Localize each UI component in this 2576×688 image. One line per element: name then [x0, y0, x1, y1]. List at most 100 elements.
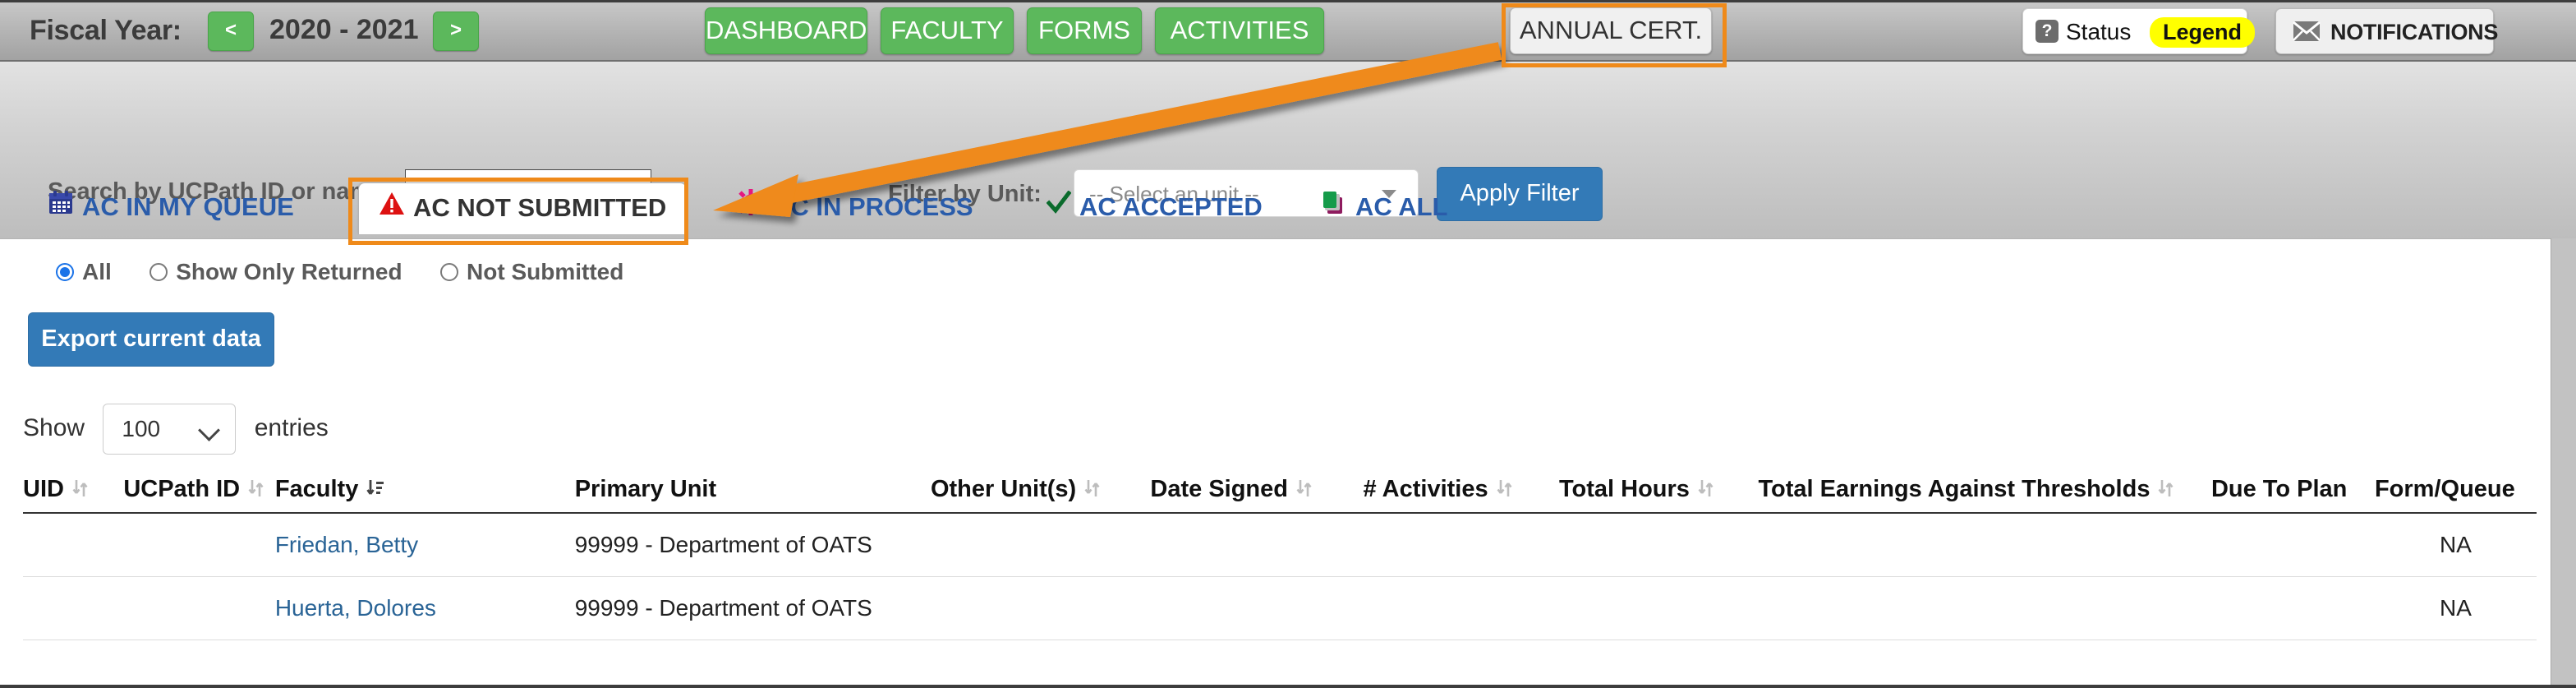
column-label: UCPath ID	[123, 476, 241, 502]
column-header-faculty[interactable]: Faculty	[274, 476, 575, 515]
tab-label: AC IN MY QUEUE	[82, 192, 294, 221]
show-entries-prefix: Show	[23, 413, 85, 441]
show-entries-control: Show 100 entries	[23, 404, 329, 455]
entries-per-page-select[interactable]: 100	[103, 404, 237, 455]
column-header-form-queue[interactable]: Form/Queue	[2374, 476, 2537, 515]
cell-form-queue: NA	[2374, 513, 2537, 578]
sort-both-icon	[1497, 478, 1513, 504]
radio-button-icon	[56, 262, 74, 281]
cell-uid	[23, 513, 124, 578]
previous-fiscal-year-button[interactable]: <	[208, 12, 254, 51]
column-label: Due To Plan	[2210, 476, 2348, 502]
tab-ac-in-my-queue[interactable]: AC IN MY QUEUE	[48, 182, 294, 233]
sort-both-icon	[248, 478, 264, 504]
cell-other-units	[930, 576, 1151, 641]
tab-strip: AC IN MY QUEUE AC NOT SUBMITTED AC IN PR…	[0, 174, 2576, 238]
fiscal-year-value: 2020 - 2021	[269, 14, 419, 45]
tab-ac-all[interactable]: AC ALL	[1321, 182, 1448, 233]
nav-button-dashboard[interactable]: DASHBOARD	[705, 7, 867, 54]
cell-due-to-plan	[2210, 576, 2375, 641]
column-label: Faculty	[274, 476, 359, 502]
calendar-icon	[48, 182, 74, 232]
tab-label: AC IN PROCESS	[772, 192, 973, 221]
column-header-activities[interactable]: # Activities	[1363, 476, 1559, 515]
main-content: All Show Only Returned Not Submitted Exp…	[0, 238, 2576, 688]
cell-form-queue: NA	[2374, 576, 2537, 641]
column-header-ucpath-id[interactable]: UCPath ID	[123, 476, 275, 515]
nav-button-activities[interactable]: ACTIVITIES	[1155, 7, 1324, 54]
column-header-other-units[interactable]: Other Unit(s)	[930, 476, 1151, 515]
notifications-button[interactable]: NOTIFICATIONS	[2275, 8, 2498, 54]
cell-ucpath-id	[123, 576, 275, 641]
radio-button-icon	[150, 262, 168, 281]
table-header-row: UID UCPath ID Faculty Primary Unit Other…	[23, 476, 2537, 515]
cell-total-hours	[1558, 576, 1759, 641]
tab-label: AC ALL	[1355, 192, 1448, 221]
column-header-total-hours[interactable]: Total Hours	[1558, 476, 1759, 515]
cell-total-earnings	[1758, 513, 2211, 578]
warning-triangle-icon	[379, 183, 405, 233]
sort-descending-active-icon	[366, 478, 386, 504]
column-label: Primary Unit	[574, 476, 717, 502]
tab-ac-accepted[interactable]: AC ACCEPTED	[1046, 182, 1263, 233]
nav-button-forms[interactable]: FORMS	[1027, 7, 1142, 54]
faculty-table: UID UCPath ID Faculty Primary Unit Other…	[23, 476, 2537, 641]
filter-radio-group: All Show Only Returned Not Submitted	[56, 259, 658, 285]
question-mark-icon: ?	[2036, 20, 2058, 43]
column-label: Date Signed	[1150, 476, 1288, 502]
column-header-uid[interactable]: UID	[23, 476, 124, 515]
column-label: Form/Queue	[2374, 476, 2515, 502]
radio-not-submitted[interactable]: Not Submitted	[440, 259, 623, 285]
table-body: Friedan, Betty 99999 - Department of OAT…	[23, 513, 2537, 641]
sort-both-icon	[2158, 478, 2174, 504]
cell-uid	[23, 576, 124, 641]
nav-button-faculty[interactable]: FACULTY	[881, 7, 1014, 54]
radio-label: Show Only Returned	[176, 259, 402, 284]
faculty-table-wrapper: UID UCPath ID Faculty Primary Unit Other…	[23, 476, 2537, 641]
cell-date-signed	[1150, 576, 1364, 641]
export-current-data-button[interactable]: Export current data	[28, 312, 274, 367]
column-label: Total Hours	[1558, 476, 1690, 502]
column-label: UID	[23, 476, 64, 502]
column-header-due-to-plan[interactable]: Due To Plan	[2210, 476, 2375, 515]
column-header-date-signed[interactable]: Date Signed	[1150, 476, 1364, 515]
next-fiscal-year-button[interactable]: >	[433, 12, 479, 51]
sort-both-icon	[1698, 478, 1714, 504]
faculty-link[interactable]: Huerta, Dolores	[275, 595, 436, 621]
sort-both-icon	[72, 478, 89, 504]
gear-icon	[738, 182, 764, 232]
radio-button-icon	[440, 262, 459, 281]
radio-show-only-returned[interactable]: Show Only Returned	[150, 259, 402, 285]
nav-button-annual-cert[interactable]: ANNUAL CERT.	[1510, 7, 1712, 54]
check-icon	[1046, 182, 1072, 232]
sort-both-icon	[1296, 478, 1313, 504]
sort-both-icon	[1084, 478, 1101, 504]
column-header-total-earnings[interactable]: Total Earnings Against Thresholds	[1758, 476, 2211, 515]
tab-label: AC NOT SUBMITTED	[413, 193, 667, 222]
envelope-icon	[2293, 21, 2321, 46]
stacked-books-icon	[1321, 182, 1347, 232]
radio-label: Not Submitted	[467, 259, 624, 284]
fiscal-year-label: Fiscal Year:	[30, 15, 182, 46]
status-legend-button[interactable]: ? Status Legend	[2022, 8, 2256, 54]
cell-date-signed	[1150, 513, 1364, 578]
radio-all[interactable]: All	[56, 259, 112, 285]
page-bottom-border	[0, 685, 2576, 688]
chevron-down-icon	[198, 419, 221, 441]
tab-label: AC ACCEPTED	[1079, 192, 1263, 221]
cell-faculty: Huerta, Dolores	[274, 576, 575, 641]
cell-ucpath-id	[123, 513, 275, 578]
table-row: Huerta, Dolores 99999 - Department of OA…	[23, 576, 2537, 641]
column-label: Other Unit(s)	[930, 476, 1077, 502]
radio-label: All	[82, 259, 112, 284]
cell-total-earnings	[1758, 576, 2211, 641]
faculty-link[interactable]: Friedan, Betty	[275, 532, 418, 557]
tab-ac-in-process[interactable]: AC IN PROCESS	[738, 182, 973, 233]
entries-value: 100	[122, 416, 161, 441]
top-header-bar: Fiscal Year: < 2020 - 2021 > DASHBOARD F…	[0, 0, 2576, 62]
tab-ac-not-submitted[interactable]: AC NOT SUBMITTED	[358, 182, 688, 234]
vertical-scrollbar[interactable]	[2551, 238, 2576, 688]
cell-faculty: Friedan, Betty	[274, 513, 575, 578]
column-header-primary-unit[interactable]: Primary Unit	[574, 476, 931, 515]
cell-primary-unit: 99999 - Department of OATS	[574, 513, 931, 578]
